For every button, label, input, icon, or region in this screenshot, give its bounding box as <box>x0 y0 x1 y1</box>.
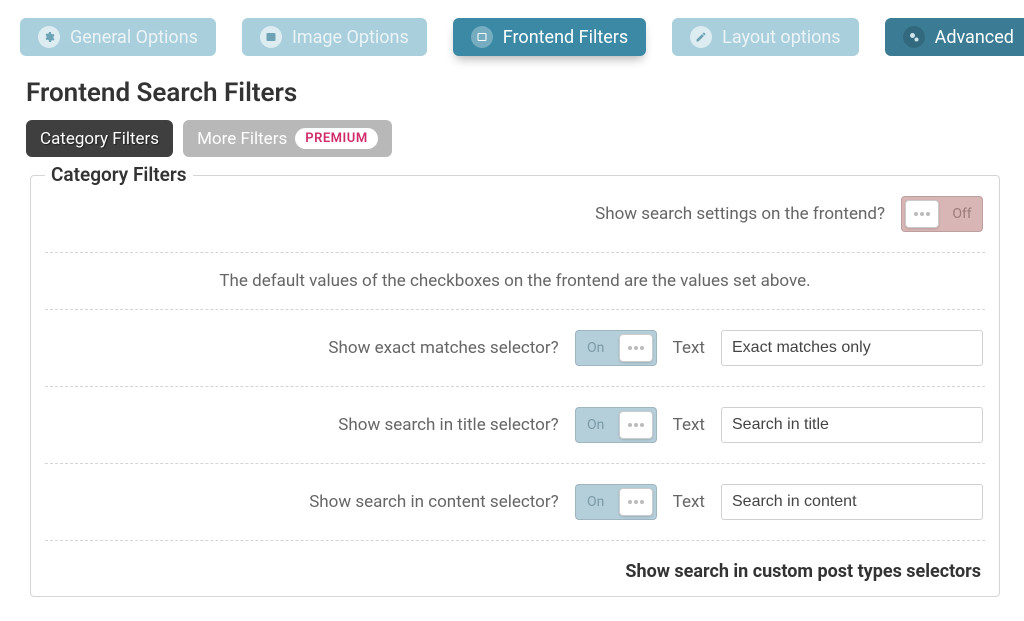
toggle-state-label: On <box>576 485 616 519</box>
search-content-text-input[interactable] <box>721 484 983 520</box>
page-title: Frontend Search Filters <box>0 56 1024 120</box>
option-label: Show search in title selector? <box>338 415 558 435</box>
tab-image-options[interactable]: Image Options <box>242 18 427 56</box>
search-title-text-input[interactable] <box>721 407 983 443</box>
toggle-state-label: Off <box>942 197 982 231</box>
row-exact-matches: Show exact matches selector? On Text <box>45 310 985 387</box>
tab-frontend-filters[interactable]: Frontend Filters <box>453 18 646 56</box>
tab-label: Image Options <box>292 27 409 48</box>
row-search-content: Show search in content selector? On Text <box>45 464 985 541</box>
tab-label: Advanced <box>935 27 1014 48</box>
gear-icon <box>38 26 60 48</box>
sub-tab-more-filters[interactable]: More Filters PREMIUM <box>183 120 392 157</box>
note-text: The default values of the checkboxes on … <box>45 253 985 310</box>
panel-legend: Category Filters <box>45 163 193 186</box>
toggle-knob-icon <box>619 334 653 362</box>
text-label: Text <box>673 415 705 435</box>
toggle-search-content[interactable]: On <box>575 484 657 520</box>
toggle-knob-icon <box>905 200 939 228</box>
tab-layout-options[interactable]: Layout options <box>672 18 858 56</box>
sub-tab-category-filters[interactable]: Category Filters <box>26 120 173 157</box>
tab-general-options[interactable]: General Options <box>20 18 216 56</box>
top-tabs: General Options Image Options Frontend F… <box>0 18 1024 56</box>
exact-matches-text-input[interactable] <box>721 330 983 366</box>
toggle-knob-icon <box>619 411 653 439</box>
row-show-search-settings: Show search settings on the frontend? Of… <box>45 176 985 253</box>
tab-label: Layout options <box>722 27 840 48</box>
text-label: Text <box>673 338 705 358</box>
tab-label: General Options <box>70 27 198 48</box>
category-filters-panel: Category Filters Show search settings on… <box>30 175 1000 597</box>
premium-badge: PREMIUM <box>295 128 377 149</box>
gears-icon <box>903 26 925 48</box>
option-label: Show search in content selector? <box>309 492 558 512</box>
toggle-search-title[interactable]: On <box>575 407 657 443</box>
pencil-icon <box>690 26 712 48</box>
custom-post-types-heading: Show search in custom post types selecto… <box>45 541 985 582</box>
tab-label: Frontend Filters <box>503 27 628 48</box>
toggle-exact-matches[interactable]: On <box>575 330 657 366</box>
image-icon <box>260 26 282 48</box>
option-label: Show search settings on the frontend? <box>595 204 885 224</box>
text-label: Text <box>673 492 705 512</box>
sub-tab-label: Category Filters <box>40 129 159 149</box>
toggle-state-label: On <box>576 331 616 365</box>
option-label: Show exact matches selector? <box>328 338 558 358</box>
window-icon <box>471 26 493 48</box>
sub-tab-label: More Filters <box>197 129 287 149</box>
toggle-show-search-settings[interactable]: Off <box>901 196 983 232</box>
sub-tabs: Category Filters More Filters PREMIUM <box>0 120 1024 157</box>
panel-wrap: Category Filters Show search settings on… <box>0 175 1024 597</box>
toggle-knob-icon <box>619 488 653 516</box>
row-search-title: Show search in title selector? On Text <box>45 387 985 464</box>
tab-advanced[interactable]: Advanced <box>885 18 1024 56</box>
toggle-state-label: On <box>576 408 616 442</box>
